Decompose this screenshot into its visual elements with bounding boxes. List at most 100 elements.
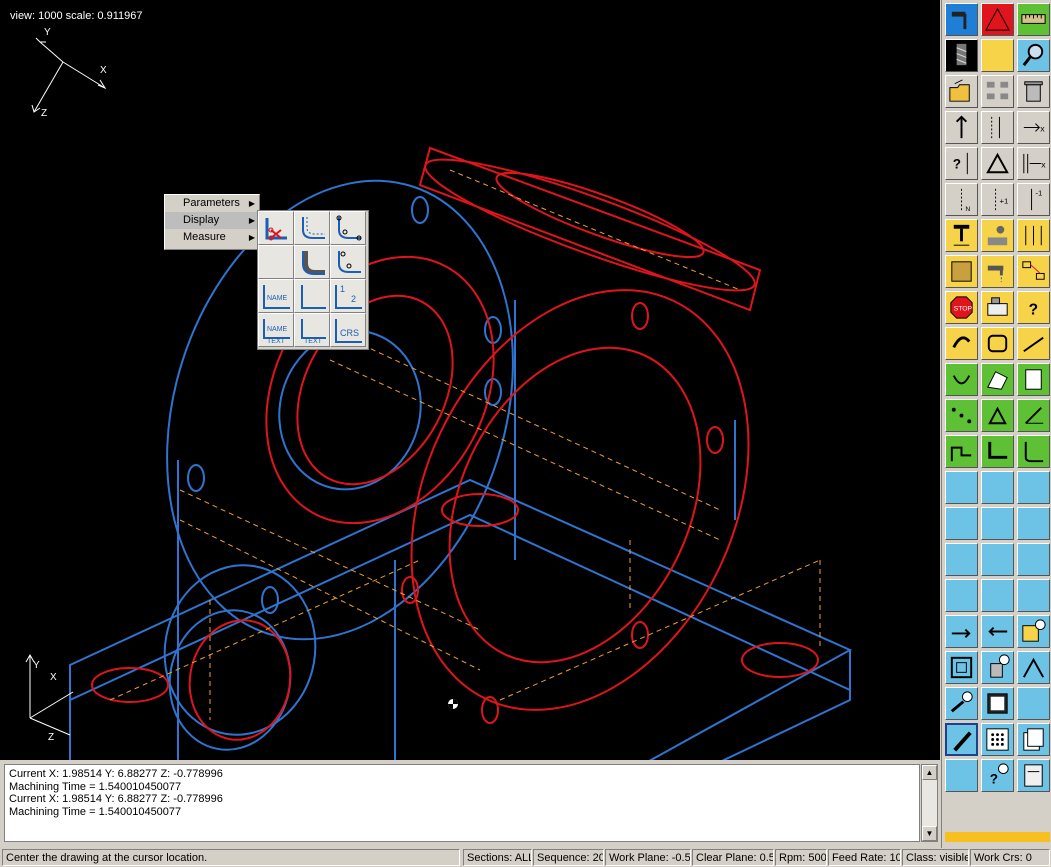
green-hatch-icon[interactable] [1017,363,1050,396]
number-two-text: 2 [351,294,357,304]
green-delta-icon[interactable] [981,399,1014,432]
green-surface-icon[interactable] [981,363,1014,396]
contour-icon[interactable] [981,327,1014,360]
insert-n-icon[interactable] [981,111,1014,144]
hand-timer-icon [950,691,973,713]
arrow-up-icon[interactable] [945,111,978,144]
pen-icon [953,731,972,752]
output-log[interactable]: Current X: 1.98514 Y: 6.88277 Z: -0.7789… [4,764,920,842]
insert-n-icon [991,116,1000,139]
back-arrow-icon[interactable] [981,615,1014,648]
empty-slot-icon[interactable] [945,471,978,504]
scroll-up-icon[interactable]: ▲ [922,765,937,780]
process-icon[interactable] [1017,255,1050,288]
empty-slot-icon[interactable] [945,543,978,576]
stop-sign-icon[interactable]: STOP [945,291,978,324]
n-down-icon[interactable]: N [945,183,978,216]
menu-item-label: Measure [183,231,226,243]
machine-icon[interactable] [981,291,1014,324]
log-scrollbar[interactable]: ▲ ▼ [921,764,938,842]
ruler-icon[interactable] [1017,3,1050,36]
minus-one-icon[interactable]: -1 [1017,183,1050,216]
ramp-icon[interactable] [1017,327,1050,360]
trash-icon [1024,81,1043,102]
green-points-icon[interactable] [945,399,978,432]
pen-icon[interactable] [945,723,978,756]
scroll-down-icon[interactable]: ▼ [922,826,937,841]
magnifier-icon [1022,43,1044,67]
profile-points-icon[interactable] [330,245,366,279]
nested-box-icon [950,656,973,679]
hand-timer-icon[interactable] [945,687,978,720]
toolbar-bottom-strip [945,832,1050,842]
sweep-icon[interactable] [1017,651,1050,684]
dot-grid-icon[interactable] [981,723,1014,756]
empty-slot-icon[interactable] [981,471,1014,504]
move-right-x-icon[interactable]: x [1017,111,1050,144]
crs-label-icon[interactable]: CRS [330,313,366,347]
menu-item-parameters[interactable]: Parameters ▶ [165,195,259,212]
green-bowl-icon[interactable] [945,363,978,396]
menu-item-display[interactable]: Display ▶ [165,212,259,229]
menu-item-label: Display [183,214,220,226]
sequence-shapes-icon[interactable] [981,75,1014,108]
sequence-numbers-icon[interactable]: 1 2 [330,279,366,313]
empty-slot-icon[interactable] [945,507,978,540]
green-profile-icon[interactable] [981,435,1014,468]
toolpath-offset-icon[interactable] [294,211,330,245]
pages-icon[interactable] [1017,723,1050,756]
green-axis-icon[interactable] [1017,399,1050,432]
help-timer-icon[interactable]: ? [981,759,1014,792]
empty-slot-icon[interactable] [1017,687,1050,720]
feed-tool-icon[interactable] [1017,219,1050,252]
coolant-faucet-icon[interactable] [981,255,1014,288]
axis-corner-icon[interactable] [294,279,330,313]
empty-slot-icon[interactable] [945,579,978,612]
trash-icon[interactable] [1017,75,1050,108]
insert-arrow-icon [951,628,971,638]
empty-slot-icon[interactable] [1017,543,1050,576]
window-icon[interactable] [981,687,1014,720]
empty-slot-icon[interactable] [981,543,1014,576]
question-arrow-icon[interactable]: ? [945,147,978,180]
clock-pocket-icon[interactable] [1017,615,1050,648]
menu-item-measure[interactable]: Measure ▶ [165,229,259,246]
delta-icon[interactable] [981,147,1014,180]
nested-box-icon[interactable] [945,651,978,684]
drill-icon[interactable] [945,219,978,252]
hammer-icon[interactable] [945,3,978,36]
empty-slot-icon[interactable] [1017,471,1050,504]
delete-timer-icon[interactable] [981,651,1014,684]
text-label-icon[interactable]: TEXT [294,313,330,347]
milling-tool-icon[interactable] [945,39,978,72]
empty-slot-icon[interactable] [1017,507,1050,540]
pocket-tool-icon[interactable] [981,219,1014,252]
name-label-icon[interactable]: NAME [258,279,294,313]
red-triangle-icon[interactable] [981,3,1014,36]
drawing-viewport[interactable]: Y X Z Y X Z view: 1000 scale: 0.911967 P… [0,0,940,760]
toolpath-points-icon[interactable] [330,211,366,245]
move-bracket-icon[interactable]: x [1017,147,1050,180]
green-step-icon[interactable] [945,435,978,468]
status-sections: Sections: ALL [463,849,532,866]
yellow-square-icon[interactable] [981,39,1014,72]
green-corner-icon[interactable] [1017,435,1050,468]
empty-slot-icon[interactable] [945,759,978,792]
guide-book-icon[interactable] [1017,759,1050,792]
plus-one-icon[interactable]: +1 [981,183,1014,216]
empty-slot-icon[interactable] [981,579,1014,612]
path-scissors-icon[interactable] [258,211,294,245]
crs-text: CRS [340,328,360,338]
insert-arrow-icon[interactable] [945,615,978,648]
view-info: view: 1000 scale: 0.911967 [10,10,143,22]
empty-slot-icon[interactable] [981,507,1014,540]
open-folder-icon[interactable] [945,75,978,108]
fill-pattern-icon[interactable] [945,255,978,288]
name-text-label-icon[interactable]: NAME TEXT [258,313,294,347]
rotate-hands-icon[interactable] [945,327,978,360]
help-question-icon[interactable]: ? [1017,291,1050,324]
filled-profile-icon[interactable] [294,245,330,279]
empty-slot-icon[interactable] [1017,579,1050,612]
status-sequence: Sequence: 20 [533,849,604,866]
magnifier-icon[interactable] [1017,39,1050,72]
